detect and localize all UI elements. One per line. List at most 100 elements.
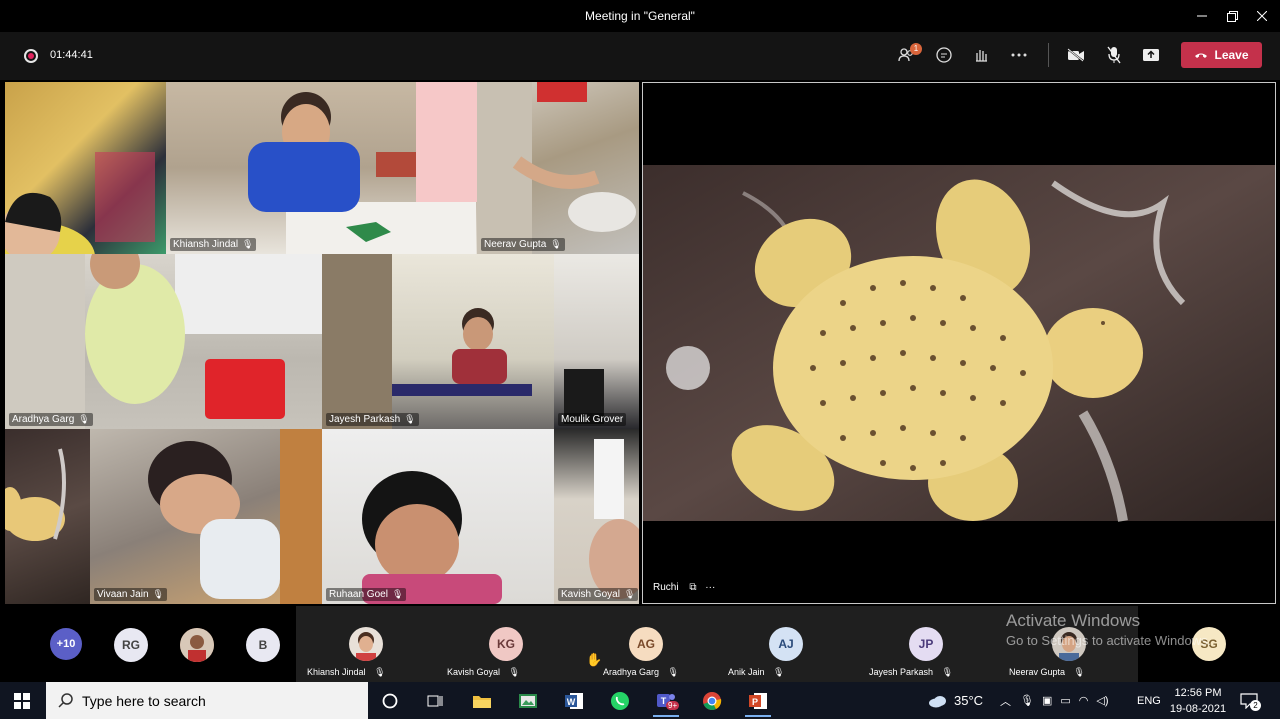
recording-icon: [24, 49, 38, 63]
mic-muted-icon: 🎙: [242, 239, 254, 249]
phone-hangup-icon: [1195, 53, 1208, 58]
word-app-button[interactable]: W: [559, 687, 589, 715]
close-icon: [1257, 11, 1267, 21]
chevron-up-icon[interactable]: ︿: [1000, 693, 1011, 709]
ellipsis-icon: [1011, 53, 1027, 57]
mic-muted-icon: 🎙: [391, 589, 404, 599]
more-options-icon[interactable]: ···: [705, 582, 715, 593]
camera-off-icon: [1067, 48, 1084, 62]
user-photo-icon: [180, 628, 214, 662]
battery-icon: ▭: [1060, 695, 1071, 707]
close-button[interactable]: [1244, 0, 1280, 32]
avatar-b[interactable]: B: [246, 628, 280, 662]
tile-name-label: Ruhaan Goel 🎙: [326, 588, 407, 601]
mic-toggle[interactable]: [1100, 42, 1128, 68]
avatar-jp: JP: [909, 627, 943, 661]
file-explorer-button[interactable]: [467, 687, 497, 715]
featured-name-label: Ruchi ⧉ ···: [653, 582, 716, 593]
ruhaan-video: [362, 471, 502, 604]
share-button[interactable]: [1137, 42, 1165, 68]
participant-name: Khiansh Jindal 🎙: [307, 667, 386, 677]
mic-muted-icon: 🎙: [508, 667, 520, 677]
participant-name: Anik Jain 🎙: [728, 667, 785, 677]
folder-icon: [473, 696, 491, 708]
participants-badge: 1: [910, 43, 922, 55]
start-button[interactable]: [0, 682, 44, 719]
restore-icon: [1226, 10, 1238, 22]
video-tile-aradhya[interactable]: Aradhya Garg 🎙: [5, 254, 322, 429]
search-placeholder: Type here to search: [82, 692, 206, 709]
video-tile-khiansh[interactable]: Khiansh Jindal 🎙: [166, 82, 477, 254]
microphone-icon: 🎙: [1020, 695, 1034, 707]
mic-muted-icon: 🎙: [941, 667, 953, 677]
avatar-khiansh: [349, 627, 383, 661]
mic-muted-icon: 🎙: [773, 667, 785, 677]
avatar-photo[interactable]: [180, 628, 214, 662]
notification-center-button[interactable]: 2: [1240, 682, 1261, 719]
meeting-timer: 01:44:41: [50, 49, 93, 61]
overflow-participants-button[interactable]: +10: [50, 628, 82, 660]
svg-text:P: P: [752, 697, 758, 707]
window-title: Meeting in "General": [585, 9, 695, 23]
chat-button[interactable]: [930, 42, 958, 68]
teams-app-button[interactable]: T 9+: [651, 687, 681, 717]
taskbar-search-box[interactable]: Type here to search: [46, 682, 368, 719]
leave-button[interactable]: Leave: [1181, 42, 1262, 68]
avatar-ag: AG: [629, 627, 663, 661]
meet-now-icon[interactable]: ▣: [1042, 694, 1052, 707]
participant-name: Aradhya Garg 🎙: [603, 667, 679, 677]
weather-widget[interactable]: 35°C: [928, 682, 983, 719]
video-tile-ruhaan[interactable]: Ruhaan Goel 🎙: [322, 429, 554, 604]
photos-app-button[interactable]: [513, 687, 543, 715]
jayesh-video: [322, 254, 532, 429]
raise-hand-button[interactable]: [967, 42, 995, 68]
whatsapp-app-button[interactable]: [605, 687, 635, 715]
participant-name: Jayesh Parkash 🎙: [869, 667, 953, 677]
cortana-circle-icon: [382, 693, 398, 709]
title-bar: Meeting in "General": [0, 0, 1280, 32]
more-actions-button[interactable]: [1005, 42, 1033, 68]
tile-name-label: Khiansh Jindal 🎙: [170, 238, 257, 251]
aradhya-video: [5, 254, 322, 429]
word-icon: W: [565, 693, 583, 709]
avatar-rg[interactable]: RG: [114, 628, 148, 662]
camera-toggle[interactable]: [1062, 42, 1090, 68]
wifi-icon[interactable]: ◠: [1079, 694, 1089, 707]
powerpoint-app-button[interactable]: P: [743, 687, 773, 717]
child-video: [5, 152, 155, 254]
task-view-button[interactable]: [420, 687, 450, 715]
powerpoint-icon: P: [749, 693, 767, 709]
tile-name-label: Moulik Grover: [558, 413, 627, 426]
video-grid: Khiansh Jindal 🎙 Neerav Gupta 🎙 Aradhya Ga…: [5, 82, 639, 604]
featured-video-ruchi[interactable]: Ruchi ⧉ ···: [642, 82, 1276, 604]
kavish-video: [589, 439, 639, 599]
video-tile-jayesh[interactable]: Jayesh Parkash 🎙: [322, 254, 554, 429]
pin-icon: ⧉: [689, 582, 697, 593]
tray-icons[interactable]: ︿ 🎙 ▣ ▭ ◠ ◁): [1000, 682, 1109, 719]
language-indicator[interactable]: ENG: [1137, 682, 1161, 719]
tile-name-label: Vivaan Jain 🎙: [94, 588, 167, 601]
mic-muted-icon: 🎙: [78, 414, 90, 424]
cloud-icon: [929, 695, 946, 707]
mic-muted-icon: 🎙: [404, 414, 416, 424]
video-tile-vivaan[interactable]: Vivaan Jain 🎙: [90, 429, 322, 604]
tile-name-label: Jayesh Parkash 🎙: [326, 413, 419, 426]
video-tile-kavish[interactable]: Kavish Goyal 🎙: [554, 429, 639, 604]
video-tile-9[interactable]: [5, 429, 90, 604]
leave-label: Leave: [1214, 48, 1249, 62]
raised-hand-icon: ✋: [586, 652, 603, 667]
cortana-button[interactable]: [375, 687, 405, 715]
video-tile-neerav[interactable]: Neerav Gupta 🎙: [477, 82, 639, 254]
whatsapp-icon: [611, 692, 629, 710]
video-tile-moulik[interactable]: Moulik Grover: [554, 254, 639, 429]
video-tile-1[interactable]: [5, 82, 166, 254]
mic-muted-icon: 🎙: [667, 667, 679, 677]
clock-date: 19-08-2021: [1169, 703, 1227, 715]
taskbar-clock[interactable]: 12:56 PM 19-08-2021: [1168, 685, 1228, 717]
chrome-icon: [703, 692, 722, 710]
chrome-app-button[interactable]: [697, 687, 727, 715]
volume-icon[interactable]: ◁): [1096, 694, 1108, 707]
task-view-icon: [427, 695, 443, 707]
teams-meeting-window: Meeting in "General" 01:44:41 1 Leave Kh…: [0, 0, 1280, 719]
khiansh-video: [248, 82, 477, 254]
